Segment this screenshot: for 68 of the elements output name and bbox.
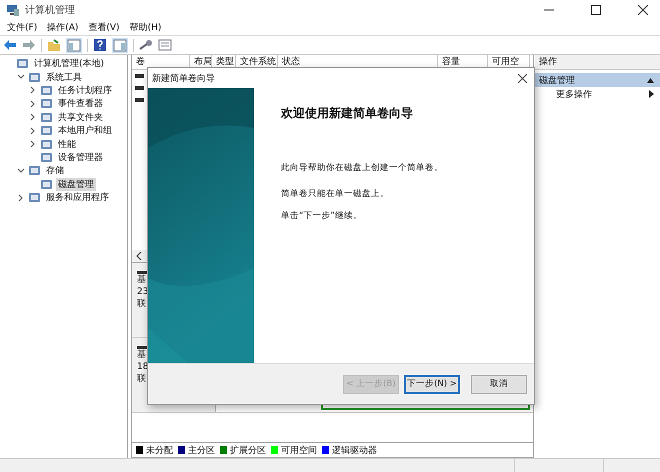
wizard-text: 此向导帮助你在磁盘上创建一个简单卷。 — [281, 162, 443, 174]
computer-icon — [6, 4, 20, 16]
tree-item[interactable]: 系统工具 — [44, 70, 84, 84]
expand-icon[interactable] — [28, 100, 36, 108]
tree-item[interactable]: 任务计划程序 — [56, 84, 114, 97]
panel-icon[interactable] — [66, 38, 82, 52]
disk-label: 联 — [137, 299, 147, 310]
node-icon — [28, 191, 41, 204]
tree-item[interactable]: 服务和应用程序 — [44, 191, 111, 204]
disk-label: 联 — [137, 374, 147, 385]
node-icon — [40, 124, 53, 138]
submenu-arrow-icon — [649, 90, 654, 98]
menu-item[interactable]: 查看(V) — [88, 21, 120, 34]
window-title: 计算机管理 — [25, 4, 75, 17]
expand-icon[interactable] — [28, 126, 36, 135]
disk-label: 基 — [137, 350, 147, 361]
menu-item[interactable]: 文件(F) — [7, 21, 38, 34]
menu-item[interactable]: 帮助(H) — [130, 21, 162, 34]
next-button[interactable]: 下一步(N) > — [404, 374, 460, 394]
expand-icon[interactable] — [16, 194, 24, 202]
tree-item[interactable]: 设备管理器 — [56, 150, 105, 164]
legend-label: 逻辑驱动器 — [332, 444, 377, 456]
legend-label: 主分区 — [188, 444, 215, 456]
scroll-left-icon[interactable] — [136, 252, 142, 260]
action-item[interactable]: 更多操作 — [556, 88, 592, 100]
tree-item[interactable]: 计算机管理(本地) — [32, 57, 106, 70]
collapse-icon[interactable] — [16, 166, 24, 175]
collapse-icon[interactable] — [647, 78, 654, 82]
back-arrow-icon[interactable] — [3, 39, 17, 51]
close-icon[interactable] — [518, 74, 527, 82]
menu-item[interactable]: 操作(A) — [47, 21, 78, 34]
panel-icon[interactable] — [112, 38, 128, 52]
disk-label: 基 — [137, 275, 147, 286]
expand-icon[interactable] — [28, 86, 36, 94]
node-icon — [40, 97, 53, 110]
folder-icon[interactable] — [47, 38, 61, 52]
actions-header: 操作 — [535, 55, 660, 70]
node-icon — [28, 164, 41, 178]
maximize-icon[interactable] — [591, 5, 601, 15]
tree-item[interactable]: 事件查看器 — [56, 97, 105, 110]
node-icon — [40, 150, 53, 164]
help-icon[interactable] — [93, 38, 107, 52]
section-title: 磁盘管理 — [539, 74, 575, 86]
tree-item[interactable]: 存储 — [44, 164, 66, 178]
node-icon — [16, 57, 29, 70]
node-icon — [40, 138, 53, 151]
node-icon — [40, 178, 53, 191]
tree-item[interactable]: 性能 — [56, 138, 78, 151]
wizard-text: 简单卷只能在单一磁盘上。 — [281, 188, 390, 200]
node-icon — [40, 84, 53, 97]
legend-label: 可用空间 — [281, 444, 317, 456]
node-icon — [40, 110, 53, 124]
expand-icon[interactable] — [28, 140, 36, 148]
expand-icon[interactable] — [28, 113, 36, 122]
wizard-text: 单击“下一步”继续。 — [281, 210, 363, 222]
tree-item[interactable]: 共享文件夹 — [56, 110, 105, 124]
close-icon[interactable] — [638, 5, 648, 15]
actions-section[interactable]: 磁盘管理 — [535, 73, 660, 87]
collapse-icon[interactable] — [16, 73, 24, 82]
wizard-heading: 欢迎使用新建简单卷向导 — [281, 105, 414, 122]
legend-label: 扩展分区 — [230, 444, 266, 456]
list-icon[interactable] — [158, 39, 172, 51]
node-icon — [28, 70, 41, 84]
tree-item[interactable]: 本地用户和组 — [56, 124, 114, 138]
dialog-title: 新建简单卷向导 — [152, 72, 215, 84]
tree-item[interactable]: 磁盘管理 — [56, 178, 96, 191]
legend-label: 未分配 — [146, 444, 173, 456]
cancel-button[interactable]: 取消 — [471, 374, 527, 394]
